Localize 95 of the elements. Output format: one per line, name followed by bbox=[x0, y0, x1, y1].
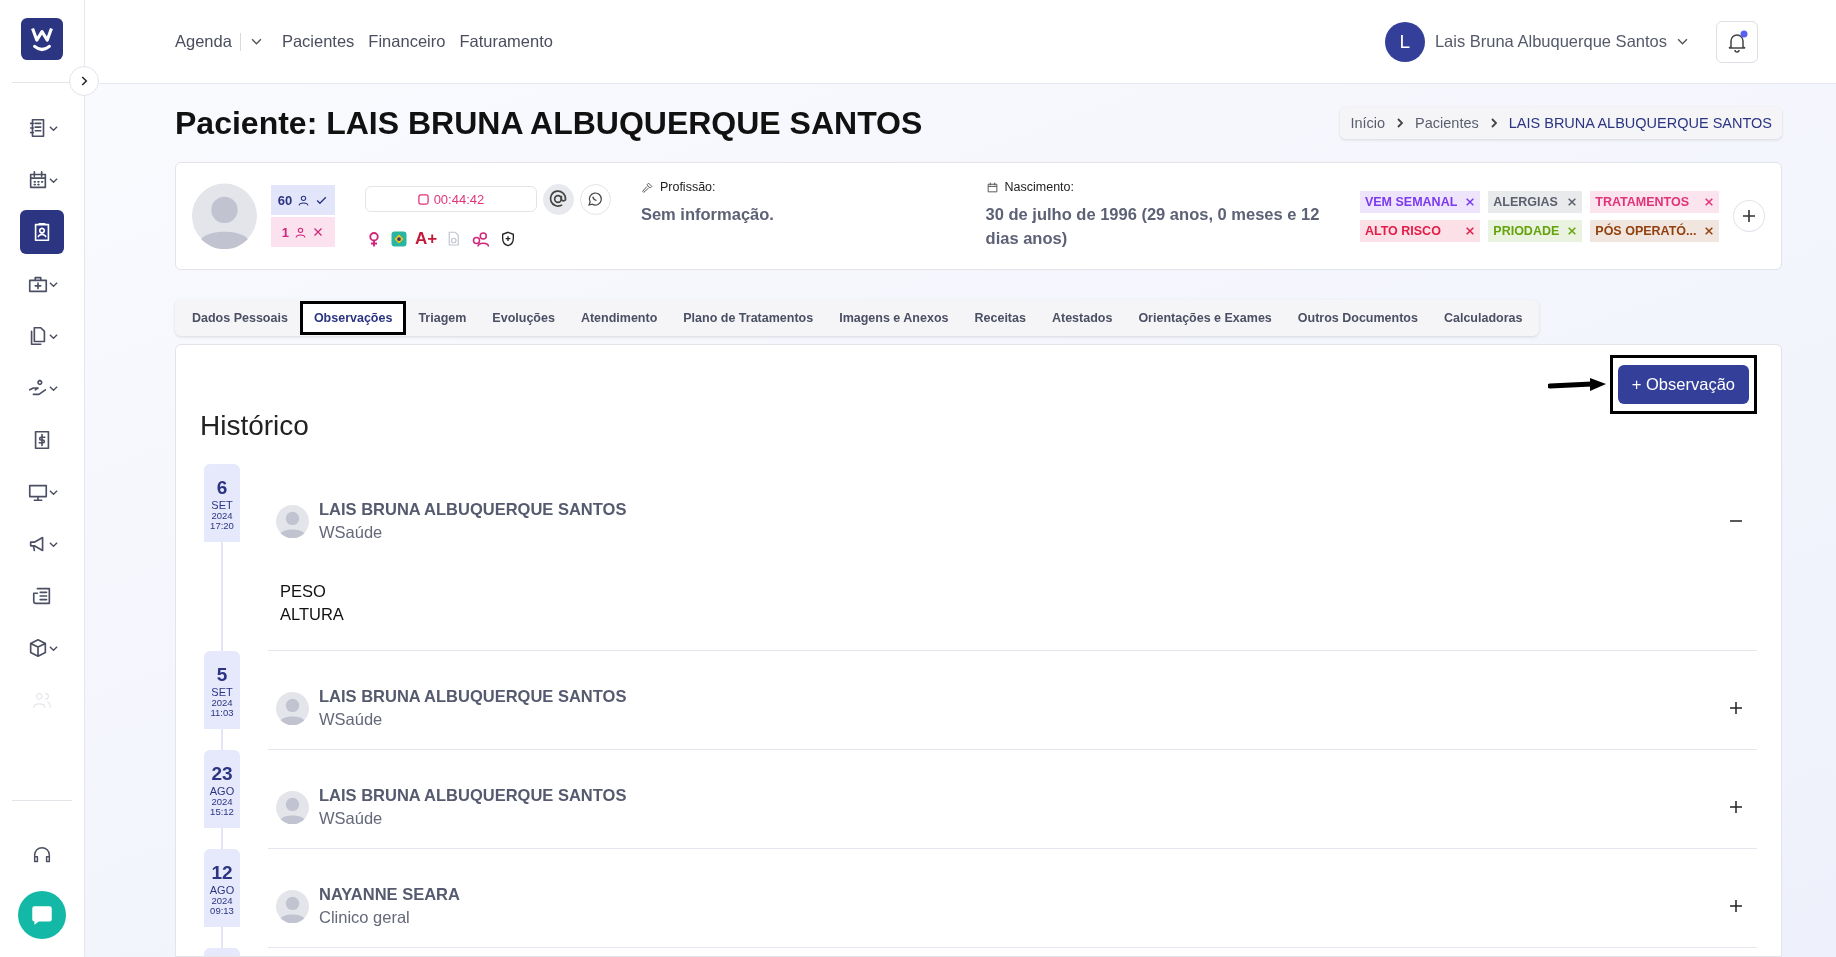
tab[interactable]: Atestados bbox=[1040, 304, 1124, 332]
timer: 00:44:42 bbox=[364, 186, 537, 212]
person-icon bbox=[294, 225, 308, 239]
caret-icon[interactable] bbox=[250, 36, 262, 47]
remove-icon[interactable] bbox=[1704, 196, 1715, 207]
caret-icon bbox=[48, 175, 58, 185]
blood-type: A+ bbox=[414, 228, 438, 249]
caret-icon[interactable] bbox=[1677, 36, 1688, 47]
add-observation-button[interactable]: + Observação bbox=[1617, 365, 1749, 404]
pointer-arrow bbox=[1547, 376, 1608, 393]
author-role: WSaúde bbox=[319, 710, 384, 729]
tab[interactable]: Orientações e Exames bbox=[1127, 304, 1283, 332]
date-badge: 6 SET 2024 17:20 bbox=[204, 464, 240, 542]
author-name: LAIS BRUNA ALBUQUERQUE SANTOS bbox=[319, 687, 627, 706]
patient-tag[interactable]: ALERGIAS bbox=[1488, 190, 1583, 213]
attended-count: 60 bbox=[277, 192, 293, 208]
author-avatar bbox=[276, 691, 309, 725]
author-name: NAYANNE SEARA bbox=[319, 885, 460, 904]
date-badge: 12 AGO 2024 09:13 bbox=[204, 849, 240, 927]
author-avatar bbox=[276, 889, 309, 923]
flag-icon bbox=[389, 229, 408, 248]
at-sign-icon bbox=[548, 189, 569, 209]
plus-icon bbox=[1741, 208, 1758, 224]
observation-text: ALTURA bbox=[280, 605, 345, 624]
observation-text: PESO bbox=[280, 582, 327, 601]
hammer-icon bbox=[640, 180, 654, 194]
chevron-icon bbox=[1395, 118, 1406, 128]
birth-label: Nascimento: bbox=[1004, 180, 1075, 194]
date-badge: 5 SET 2024 11:03 bbox=[204, 651, 240, 729]
author-role: Clinico geral bbox=[319, 908, 411, 927]
patient-tag[interactable]: PÓS OPERATÓ... bbox=[1590, 219, 1720, 242]
author-role: WSaúde bbox=[319, 809, 384, 828]
chevron-icon bbox=[1488, 118, 1499, 128]
chat-bubble-icon bbox=[586, 190, 605, 208]
nav-link[interactable]: Faturamento bbox=[459, 32, 553, 51]
remove-icon[interactable] bbox=[1567, 196, 1578, 207]
tab[interactable]: Atendimento bbox=[569, 304, 669, 332]
tab[interactable]: Outros Documentos bbox=[1286, 304, 1429, 332]
caret-icon bbox=[48, 123, 58, 133]
author-name: LAIS BRUNA ALBUQUERQUE SANTOS bbox=[319, 786, 627, 805]
nav-link[interactable]: Agenda bbox=[175, 32, 232, 51]
patient-avatar bbox=[192, 183, 257, 249]
missed-count: 1 bbox=[281, 224, 290, 240]
caret-icon bbox=[48, 383, 58, 393]
caret-icon bbox=[48, 539, 58, 549]
person-icon bbox=[297, 193, 311, 207]
add-tag-button[interactable] bbox=[1733, 200, 1765, 232]
tab[interactable]: Triagem bbox=[407, 304, 478, 332]
breadcrumb-link[interactable]: Início bbox=[1350, 115, 1386, 131]
profession-value: Sem informação. bbox=[640, 204, 775, 225]
caret-icon bbox=[48, 331, 58, 341]
plus-icon bbox=[1729, 899, 1743, 913]
patient-tag[interactable]: VEM SEMANAL bbox=[1359, 190, 1481, 213]
remove-icon[interactable] bbox=[1465, 196, 1476, 207]
tab[interactable]: Dados Pessoais bbox=[181, 304, 299, 332]
tab[interactable]: Plano de Tratamentos bbox=[672, 304, 825, 332]
author-role: WSaúde bbox=[319, 523, 384, 542]
tab[interactable]: Receitas bbox=[963, 304, 1037, 332]
email-button[interactable] bbox=[542, 183, 574, 215]
tab[interactable]: Imagens e Anexos bbox=[828, 304, 960, 332]
plus-icon bbox=[1729, 701, 1743, 715]
shield-icon bbox=[500, 230, 517, 247]
tab[interactable]: Observações bbox=[302, 304, 404, 332]
tab[interactable]: Evoluções bbox=[481, 304, 566, 332]
caret-icon bbox=[48, 487, 58, 497]
profession-label: Profissão: bbox=[659, 180, 716, 194]
author-avatar bbox=[276, 504, 309, 538]
patient-tag[interactable]: ALTO RISCO bbox=[1359, 219, 1481, 242]
nav-link[interactable]: Financeiro bbox=[368, 32, 446, 51]
caret-icon bbox=[48, 643, 58, 653]
sidebar-item[interactable] bbox=[20, 210, 64, 254]
user-name[interactable]: Lais Bruna Albuquerque Santos bbox=[1434, 32, 1667, 51]
remove-icon[interactable] bbox=[1704, 225, 1715, 236]
page-title: Paciente: LAIS BRUNA ALBUQUERQUE SANTOS bbox=[175, 104, 923, 142]
plus-icon bbox=[1729, 800, 1743, 814]
whatsapp-button[interactable] bbox=[579, 183, 611, 215]
patient-tag[interactable]: TRATAMENTOS bbox=[1590, 190, 1720, 213]
calendar-icon bbox=[985, 180, 999, 194]
logo[interactable] bbox=[21, 18, 63, 60]
user-avatar[interactable]: L bbox=[1384, 21, 1425, 62]
date-badge: 23 AGO 2024 15:12 bbox=[204, 750, 240, 828]
cross-icon bbox=[312, 226, 325, 238]
section-title: Histórico bbox=[200, 410, 310, 442]
author-name: LAIS BRUNA ALBUQUERQUE SANTOS bbox=[319, 500, 627, 519]
nav-link[interactable]: Pacientes bbox=[281, 32, 355, 51]
remove-icon[interactable] bbox=[1567, 225, 1578, 236]
remove-icon[interactable] bbox=[1465, 225, 1476, 236]
breadcrumb-link[interactable]: Pacientes bbox=[1415, 115, 1479, 131]
caret-icon bbox=[48, 279, 58, 289]
breadcrumb-link[interactable]: LAIS BRUNA ALBUQUERQUE SANTOS bbox=[1508, 115, 1772, 131]
notifications-button[interactable] bbox=[1716, 20, 1758, 63]
stop-icon[interactable] bbox=[417, 193, 429, 205]
tab[interactable]: Calculadoras bbox=[1432, 304, 1534, 332]
birth-value: 30 de julho de 1996 (29 anos, 0 meses e 12 dias anos) bbox=[985, 204, 1321, 249]
author-avatar bbox=[276, 790, 309, 824]
